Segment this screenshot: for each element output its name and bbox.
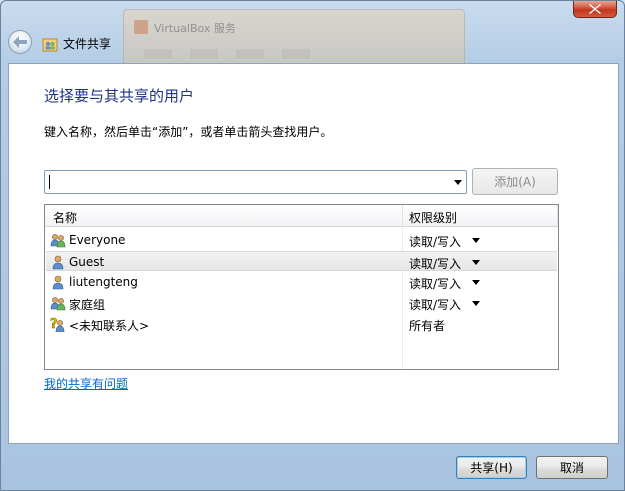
user-icon [52,255,64,270]
list-row-liutengteng[interactable]: liutengteng 读取/写入 [46,272,557,292]
user-name-combobox[interactable] [44,170,467,194]
virtualbox-icon [134,20,148,34]
share-button[interactable]: 共享(H) [456,456,527,479]
background-window-title: VirtualBox 服务 [154,22,236,35]
page-title: 选择要与其共享的用户 [44,87,195,105]
permission-level: 所有者 [409,319,446,333]
close-button[interactable] [573,1,617,18]
user-list[interactable]: 名称 权限级别 Everyone 读取/写入 Guest 读取/写入 liute… [44,204,559,370]
user-name: Guest [69,255,105,269]
user-name: Everyone [69,233,126,247]
list-header: 名称 权限级别 [45,205,558,227]
unknown-contact-icon: ? [50,317,65,332]
list-row-homegroup[interactable]: 家庭组 读取/写入 [46,293,557,313]
column-header-permission[interactable]: 权限级别 [409,209,457,226]
back-arrow-icon [13,36,27,48]
text-caret [49,175,50,189]
permission-level[interactable]: 读取/写入 [409,255,461,272]
permission-level[interactable]: 读取/写入 [409,275,461,292]
column-header-name[interactable]: 名称 [53,209,77,226]
window-title: 文件共享 [63,37,112,51]
dialog-content: 选择要与其共享的用户 键入名称，然后单击“添加”，或者单击箭头查找用户。 添加(… [8,63,619,444]
permission-level[interactable]: 读取/写入 [409,296,461,313]
cancel-button[interactable]: 取消 [536,456,608,479]
back-button[interactable] [8,30,32,54]
dialog-window: VirtualBox 服务 文件共享 选择要与其共享的用户 键入名称，然后单击“… [0,0,625,491]
user-name: <未知联系人> [69,319,150,333]
add-button[interactable]: 添加(A) [472,168,558,195]
group-icon [50,234,66,248]
svg-text:?: ? [50,317,58,332]
chevron-down-icon[interactable] [472,280,480,285]
chevron-down-icon[interactable] [472,238,480,243]
close-icon [589,4,601,14]
help-link[interactable]: 我的共享有问题 [44,375,128,392]
list-row-guest[interactable]: Guest 读取/写入 [46,251,557,271]
user-name: 家庭组 [69,298,106,312]
instruction-text: 键入名称，然后单击“添加”，或者单击箭头查找用户。 [44,125,333,139]
user-icon [52,275,64,290]
list-row-unknown-contact[interactable]: ? <未知联系人> 所有者 [46,314,557,334]
user-name: liutengteng [69,275,138,289]
background-window: VirtualBox 服务 [123,9,465,71]
chevron-down-icon[interactable] [472,260,480,265]
list-row-everyone[interactable]: Everyone 读取/写入 [46,230,557,250]
chevron-down-icon[interactable] [472,301,480,306]
permission-level[interactable]: 读取/写入 [409,233,461,250]
background-window-tabs [144,48,444,62]
file-sharing-icon [42,38,58,52]
group-icon [50,297,66,311]
chevron-down-icon[interactable] [454,180,462,185]
